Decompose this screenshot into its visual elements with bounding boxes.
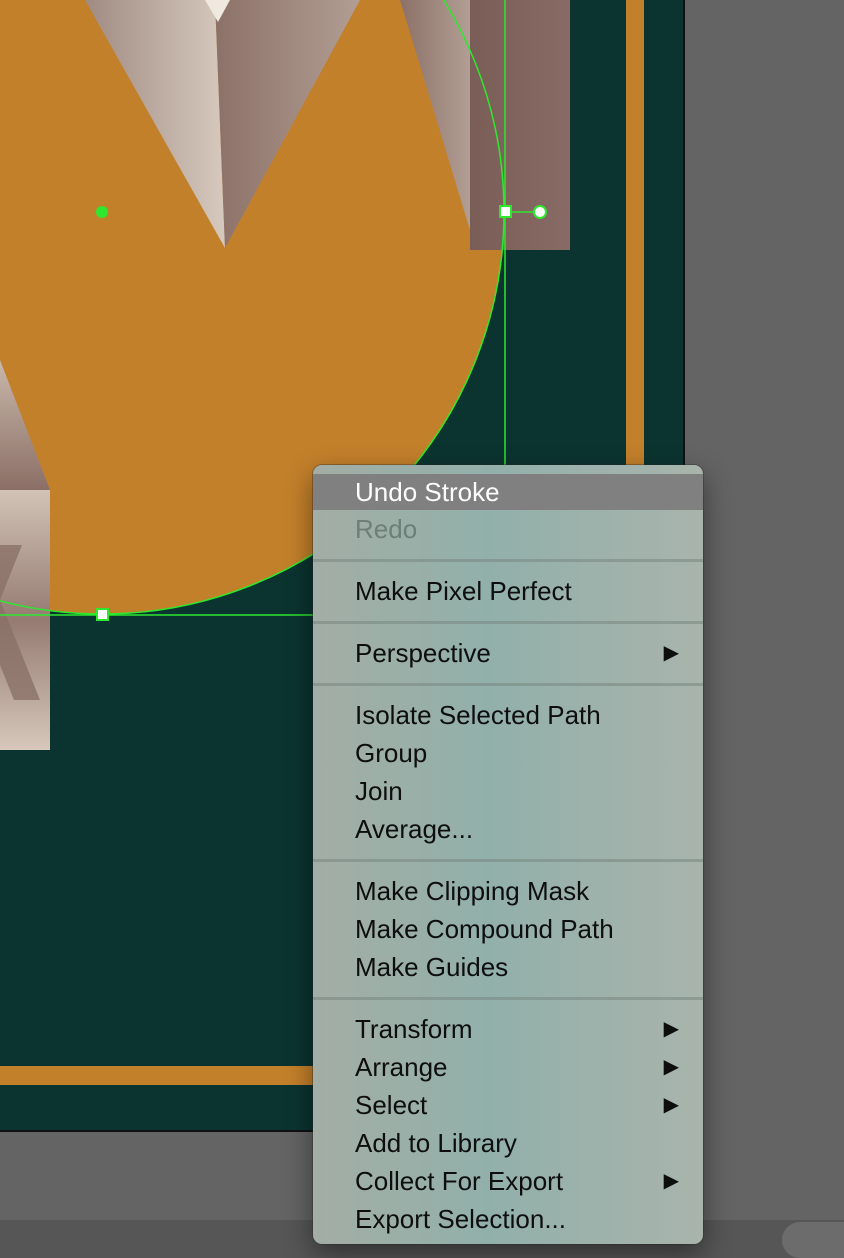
- menu-item-label: Make Guides: [355, 952, 509, 982]
- anchor-point-right[interactable]: [499, 205, 512, 218]
- menu-separator: [313, 610, 703, 634]
- context-menu: Undo Stroke Redo Make Pixel Perfect Perspec…: [313, 465, 703, 1244]
- menu-item-label: Make Pixel Perfect: [355, 576, 572, 606]
- center-point-dot[interactable]: [96, 206, 108, 218]
- menu-item-average[interactable]: Average...: [313, 810, 703, 848]
- menu-item-label: Perspective: [355, 638, 491, 668]
- menu-item-label: Isolate Selected Path: [355, 700, 601, 730]
- menu-item-make-guides[interactable]: Make Guides: [313, 948, 703, 986]
- menu-item-label: Make Clipping Mask: [355, 876, 590, 906]
- menu-item-undo-stroke[interactable]: Undo Stroke: [313, 474, 703, 510]
- menu-item-make-clipping-mask[interactable]: Make Clipping Mask: [313, 872, 703, 910]
- menu-separator: [313, 548, 703, 572]
- menu-item-label: Add to Library: [355, 1128, 517, 1158]
- menu-separator: [313, 986, 703, 1010]
- menu-separator: [313, 848, 703, 872]
- triangle-right-icon: ▶: [663, 1094, 679, 1116]
- menu-item-label: Join: [355, 776, 403, 806]
- menu-item-collect-for-export[interactable]: Collect For Export ▶: [313, 1162, 703, 1200]
- menu-item-label: Make Compound Path: [355, 914, 614, 944]
- menu-item-join[interactable]: Join: [313, 772, 703, 810]
- triangle-right-icon: ▶: [663, 1056, 679, 1078]
- menu-item-select[interactable]: Select ▶: [313, 1086, 703, 1124]
- menu-separator: [313, 672, 703, 696]
- menu-item-make-pixel-perfect[interactable]: Make Pixel Perfect: [313, 572, 703, 610]
- menu-item-label: Transform: [355, 1014, 473, 1044]
- menu-item-add-to-library[interactable]: Add to Library: [313, 1124, 703, 1162]
- status-bar-pill[interactable]: [782, 1222, 844, 1258]
- menu-item-label: Export Selection...: [355, 1204, 566, 1234]
- menu-item-group[interactable]: Group: [313, 734, 703, 772]
- menu-item-redo: Redo: [313, 510, 703, 548]
- menu-item-label: Collect For Export: [355, 1166, 564, 1196]
- menu-item-perspective[interactable]: Perspective ▶: [313, 634, 703, 672]
- menu-item-label: Average...: [355, 814, 474, 844]
- menu-item-make-compound-path[interactable]: Make Compound Path: [313, 910, 703, 948]
- menu-item-transform[interactable]: Transform ▶: [313, 1010, 703, 1048]
- menu-item-label: Arrange: [355, 1052, 448, 1082]
- menu-item-arrange[interactable]: Arrange ▶: [313, 1048, 703, 1086]
- rotation-handle[interactable]: [533, 205, 547, 219]
- menu-item-isolate-selected-path[interactable]: Isolate Selected Path: [313, 696, 703, 734]
- triangle-right-icon: ▶: [663, 1170, 679, 1192]
- menu-item-label: Undo Stroke: [355, 477, 500, 507]
- triangle-right-icon: ▶: [663, 642, 679, 664]
- triangle-right-icon: ▶: [663, 1018, 679, 1040]
- menu-item-export-selection[interactable]: Export Selection...: [313, 1200, 703, 1238]
- menu-item-label: Redo: [355, 514, 418, 544]
- anchor-point-bottom[interactable]: [96, 608, 109, 621]
- menu-item-label: Group: [355, 738, 428, 768]
- menu-item-label: Select: [355, 1090, 428, 1120]
